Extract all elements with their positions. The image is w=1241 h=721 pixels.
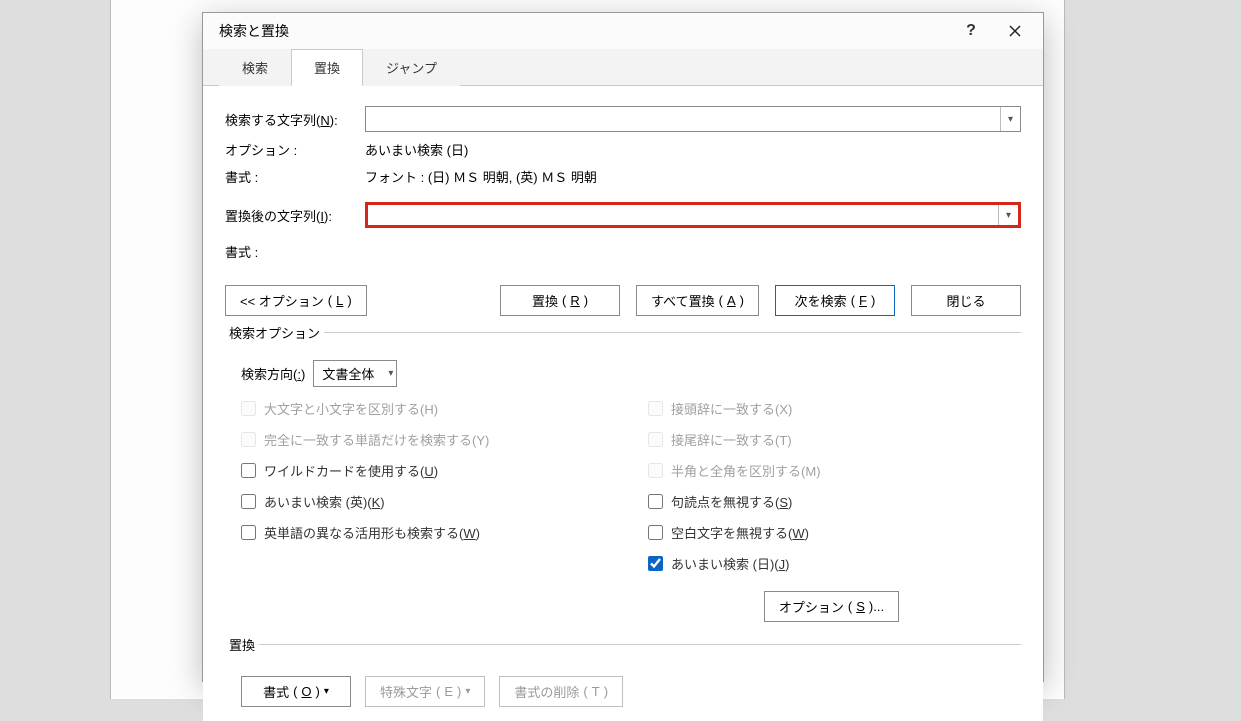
find-row: 検索する文字列(N): ▾ <box>225 106 1021 132</box>
replace-row: 置換後の文字列(I): ▾ <box>225 202 1021 228</box>
replace-all-button[interactable]: すべて置換(A) <box>636 285 759 316</box>
chk-sounds-like-jp[interactable]: あいまい検索 (日)(J) <box>648 554 1015 573</box>
tab-replace[interactable]: 置換 <box>291 49 363 86</box>
chevron-down-icon: ▾ <box>324 686 329 697</box>
find-dropdown-icon[interactable]: ▾ <box>1000 107 1020 131</box>
chk-match-case-box <box>241 401 256 416</box>
chk-word-forms-en-box[interactable] <box>241 525 256 540</box>
tab-goto[interactable]: ジャンプ <box>363 49 460 86</box>
chk-ignore-whitespace-box[interactable] <box>648 525 663 540</box>
close-button[interactable] <box>993 13 1037 49</box>
chk-match-prefix-box <box>648 401 663 416</box>
chk-match-suffix: 接尾辞に一致する(T) <box>648 430 1015 449</box>
action-button-row: << オプション(L) 置換(R) すべて置換(A) 次を検索(F) 閉じる <box>225 285 1021 316</box>
format-button[interactable]: 書式(O) ▾ <box>241 676 351 707</box>
close-icon <box>1008 24 1022 38</box>
replace-label: 置換後の文字列(I): <box>225 206 355 225</box>
format-line-replace: 書式 : <box>225 240 1021 261</box>
chevron-down-icon: ▾ <box>388 361 393 386</box>
search-direction-value: 文書全体 <box>322 364 374 383</box>
replace-group: 置換 <box>225 644 1021 664</box>
special-button: 特殊文字(E) ▾ <box>365 676 485 707</box>
format-label-replace: 書式 : <box>225 242 355 261</box>
tab-body: 検索する文字列(N): ▾ オプション : あいまい検索 (日) 書式 : フォ… <box>203 85 1043 721</box>
format-buttons-row: 書式(O) ▾ 特殊文字(E) ▾ 書式の削除(T) <box>241 676 1021 707</box>
replace-legend-label: 置換 <box>225 635 259 654</box>
replace-input[interactable] <box>368 205 996 225</box>
chevron-down-icon: ▾ <box>1006 210 1011 221</box>
chk-ignore-whitespace[interactable]: 空白文字を無視する(W) <box>648 523 1015 542</box>
dialog-titlebar: 検索と置換 ? <box>203 13 1043 49</box>
tab-find[interactable]: 検索 <box>219 49 291 86</box>
find-input[interactable] <box>366 107 998 131</box>
search-direction-label: 検索方向(:) <box>241 364 305 383</box>
sounds-like-options-button[interactable]: オプション(S)... <box>764 591 899 622</box>
chevron-down-icon: ▾ <box>1008 114 1013 125</box>
chk-whole-word: 完全に一致する単語だけを検索する(Y) <box>241 430 608 449</box>
search-options-group: 検索オプション <box>225 332 1021 352</box>
find-next-button[interactable]: 次を検索(F) <box>775 285 895 316</box>
chevron-down-icon: ▾ <box>465 686 470 697</box>
options-value: あいまい検索 (日) <box>365 140 1021 159</box>
format-value-find: フォント : (日) ＭＳ 明朝, (英) ＭＳ 明朝 <box>365 167 1021 186</box>
chk-half-full-width-box <box>648 463 663 478</box>
search-options-grid: 検索方向(:) 文書全体 ▾ 大文字と小文字を区別する(H) 接頭辞に一致する(… <box>241 360 1015 622</box>
find-label: 検索する文字列(N): <box>225 110 355 129</box>
chk-match-suffix-box <box>648 432 663 447</box>
help-icon: ? <box>966 22 976 40</box>
chk-ignore-punct[interactable]: 句読点を無視する(S) <box>648 492 1015 511</box>
chk-word-forms-en[interactable]: 英単語の異なる活用形も検索する(W) <box>241 523 608 542</box>
chk-whole-word-box <box>241 432 256 447</box>
options-line: オプション : あいまい検索 (日) <box>225 138 1021 159</box>
help-button[interactable]: ? <box>949 13 993 49</box>
chk-sounds-like-en-box[interactable] <box>241 494 256 509</box>
chk-wildcards[interactable]: ワイルドカードを使用する(U) <box>241 461 608 480</box>
chk-match-case: 大文字と小文字を区別する(H) <box>241 399 608 418</box>
search-options-legend: 検索オプション <box>225 323 324 342</box>
search-direction-select[interactable]: 文書全体 ▾ <box>313 360 397 387</box>
replace-input-combo[interactable]: ▾ <box>365 202 1021 228</box>
find-replace-dialog: 検索と置換 ? 検索 置換 ジャンプ 検索する文字列(N): ▾ オプション :… <box>202 12 1044 682</box>
chk-sounds-like-en[interactable]: あいまい検索 (英)(K) <box>241 492 608 511</box>
chk-half-full-width: 半角と全角を区別する(M) <box>648 461 1015 480</box>
chk-match-prefix: 接頭辞に一致する(X) <box>648 399 1015 418</box>
dialog-tabs: 検索 置換 ジャンプ <box>203 49 1043 85</box>
search-direction-row: 検索方向(:) 文書全体 ▾ <box>241 360 1015 387</box>
no-formatting-button: 書式の削除(T) <box>499 676 623 707</box>
replace-dropdown-icon[interactable]: ▾ <box>998 205 1018 225</box>
format-line-find: 書式 : フォント : (日) ＭＳ 明朝, (英) ＭＳ 明朝 <box>225 165 1021 186</box>
chk-sounds-like-jp-box[interactable] <box>648 556 663 571</box>
replace-button[interactable]: 置換(R) <box>500 285 620 316</box>
chk-ignore-punct-box[interactable] <box>648 494 663 509</box>
close-dialog-button[interactable]: 閉じる <box>911 285 1021 316</box>
chk-wildcards-box[interactable] <box>241 463 256 478</box>
find-input-combo[interactable]: ▾ <box>365 106 1021 132</box>
options-label: オプション : <box>225 140 355 159</box>
options-toggle-button[interactable]: << オプション(L) <box>225 285 367 316</box>
dialog-title: 検索と置換 <box>219 21 949 41</box>
format-label-find: 書式 : <box>225 167 355 186</box>
